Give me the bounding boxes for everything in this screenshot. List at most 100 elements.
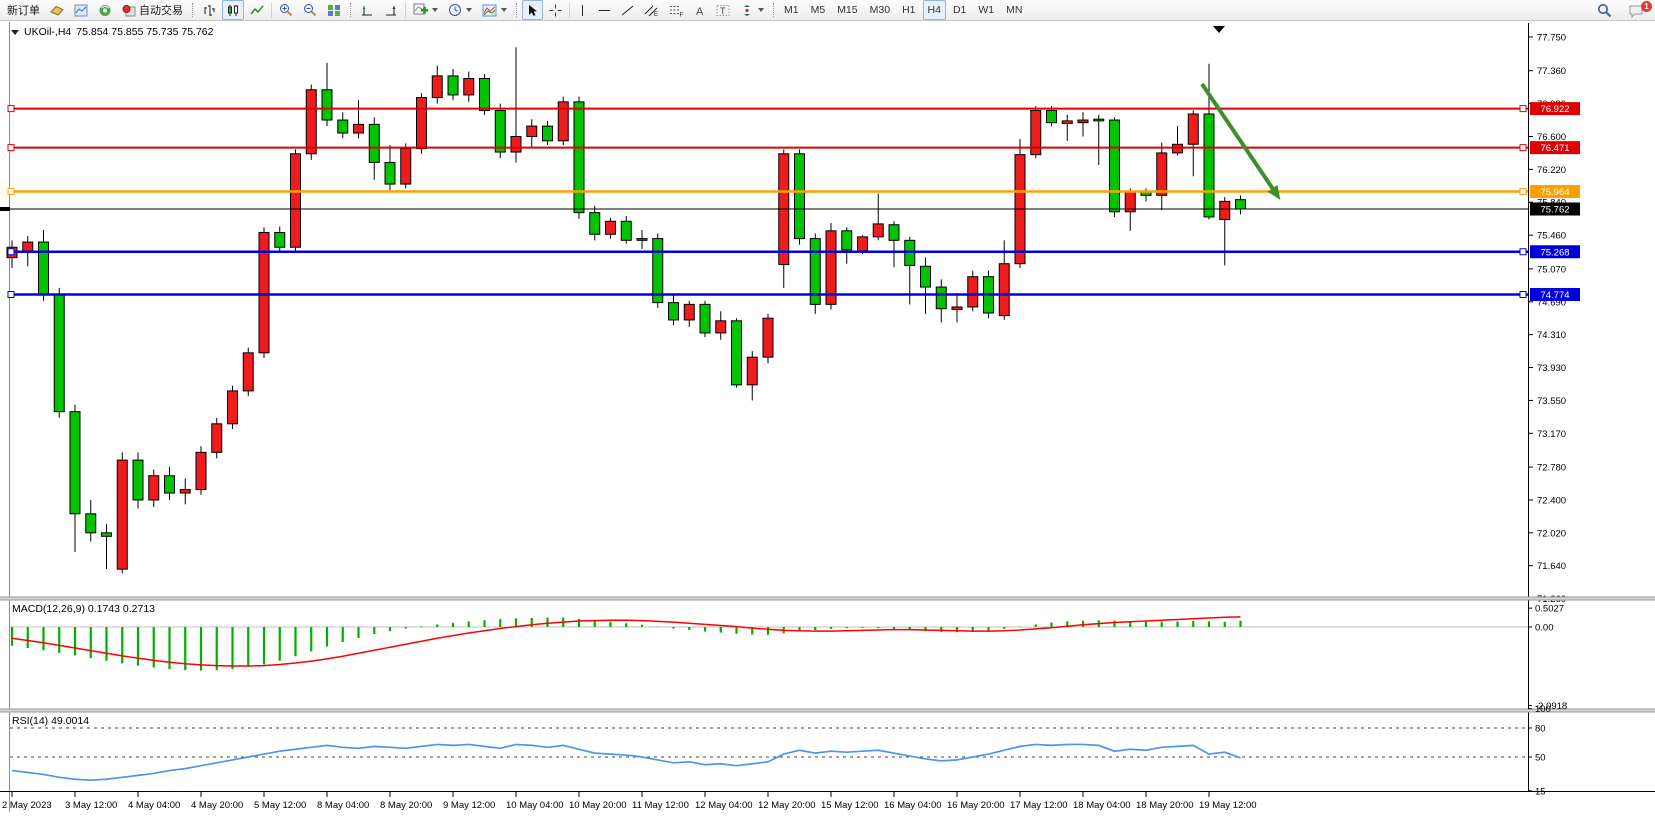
notifications-button[interactable]: 1	[1624, 1, 1648, 21]
zoom-in-button[interactable]	[275, 0, 297, 20]
fibonacci-icon: F	[669, 4, 684, 17]
timeframe-m15-button[interactable]: M15	[832, 0, 862, 20]
line-chart-button[interactable]	[246, 0, 268, 20]
period-button[interactable]	[444, 0, 476, 20]
chevron-down-icon	[466, 8, 472, 12]
chart-area[interactable]: 77.75077.36076.98076.60076.22075.84075.4…	[0, 21, 1655, 826]
cursor-button[interactable]	[522, 0, 543, 20]
toolbar-grip[interactable]	[192, 3, 193, 17]
price-tick-label: 76.220	[1537, 165, 1566, 176]
toolbar-separator	[405, 3, 406, 18]
bar-chart-button[interactable]	[198, 0, 220, 20]
timeframe-h1-button[interactable]: H1	[897, 0, 920, 20]
timeframe-m1-button[interactable]: M1	[779, 0, 804, 20]
auto-trading-label: 自动交易	[139, 2, 183, 18]
arrows-tool-button[interactable]	[736, 0, 768, 20]
indicator-subwindow-button[interactable]	[380, 0, 402, 20]
line-handle[interactable]	[1520, 249, 1526, 255]
time-tick-label: 12 May 20:00	[758, 800, 816, 811]
time-tick-label: 10 May 20:00	[569, 800, 627, 811]
timeframe-m30-button[interactable]: M30	[865, 0, 895, 20]
text-icon: A	[694, 4, 706, 17]
zoom-out-icon	[303, 3, 317, 17]
macd-indicator-caption: MACD(12,26,9) 0.1743 0.2713	[12, 603, 155, 615]
rsi-indicator-caption: RSI(14) 49.0014	[12, 715, 89, 727]
chevron-down-icon	[432, 8, 438, 12]
line-handle[interactable]	[1520, 189, 1526, 195]
charts-window-button[interactable]	[70, 0, 92, 20]
time-tick-label: 19 May 12:00	[1199, 800, 1257, 811]
timeframe-m5-button[interactable]: M5	[806, 0, 831, 20]
toolbar-grip[interactable]	[350, 3, 351, 17]
timeframe-w1-button[interactable]: W1	[973, 0, 999, 20]
template-button[interactable]	[478, 0, 511, 20]
svg-text:F: F	[680, 12, 684, 17]
price-tick-label: 77.360	[1537, 66, 1566, 77]
rsi-axis-label: 80	[1535, 723, 1546, 734]
line-handle[interactable]	[1520, 145, 1526, 151]
tile-windows-button[interactable]	[323, 0, 345, 20]
time-tick-label: 16 May 20:00	[947, 800, 1005, 811]
horizontal-line-tool-button[interactable]	[594, 0, 615, 20]
timeframe-mn-button[interactable]: MN	[1001, 0, 1027, 20]
vertical-line-tool-button[interactable]	[573, 0, 592, 20]
zoom-out-button[interactable]	[299, 0, 321, 20]
mt4-window: { "toolbar": { "new_order_label": "新订单",…	[0, 0, 1655, 826]
new-order-button[interactable]: 新订单	[3, 0, 44, 20]
tile-windows-icon	[327, 4, 341, 17]
time-tick-label: 12 May 04:00	[695, 800, 753, 811]
line-handle[interactable]	[1520, 292, 1526, 298]
chart-title[interactable]: UKOil-,H4 75.854 75.855 75.735 75.762	[11, 26, 213, 38]
chart-dropdown-icon[interactable]	[11, 30, 19, 35]
crosshair-icon	[549, 4, 562, 17]
new-order-label: 新订单	[7, 2, 40, 18]
time-tick-label: 8 May 04:00	[317, 800, 369, 811]
price-tick-label: 73.170	[1537, 429, 1566, 440]
chevron-down-icon	[501, 8, 507, 12]
add-indicator-button[interactable]	[409, 0, 442, 20]
chevron-down-icon	[758, 8, 764, 12]
price-tick-label: 75.460	[1537, 231, 1566, 242]
price-tick-label: 77.750	[1537, 32, 1566, 43]
line-handle[interactable]	[8, 189, 14, 195]
toolbar-grip[interactable]	[773, 3, 774, 17]
add-indicator-icon	[413, 3, 428, 17]
auto-trading-button[interactable]: 自动交易	[118, 0, 187, 20]
template-icon	[482, 4, 497, 17]
notification-badge: 1	[1641, 1, 1652, 12]
search-button[interactable]	[1593, 1, 1616, 21]
time-tick-label: 10 May 04:00	[506, 800, 564, 811]
trendline-tool-button[interactable]	[617, 0, 638, 20]
line-handle[interactable]	[8, 106, 14, 112]
timeframe-d1-button[interactable]: D1	[948, 0, 971, 20]
line-handle[interactable]	[8, 145, 14, 151]
crosshair-button[interactable]	[545, 0, 566, 20]
indicator-window-button[interactable]	[356, 0, 378, 20]
candlestick-chart-button[interactable]	[222, 0, 244, 20]
broadcast-button[interactable]	[94, 0, 116, 20]
time-tick-label: 11 May 12:00	[632, 800, 689, 811]
text-tool-button[interactable]: A	[690, 0, 710, 20]
chart-canvas[interactable]: 77.75077.36076.98076.60076.22075.84075.4…	[0, 21, 1655, 826]
line-handle[interactable]	[1520, 106, 1526, 112]
rsi-axis-label: 50	[1535, 753, 1546, 764]
candlestick-chart-icon	[226, 4, 240, 17]
toolbar-grip[interactable]	[516, 3, 517, 17]
fibonacci-tool-button[interactable]: F	[665, 0, 688, 20]
order-tag-button[interactable]	[46, 0, 68, 20]
price-tick-label: 73.550	[1537, 396, 1566, 407]
clock-icon	[448, 3, 462, 17]
price-tick-label: 71.640	[1537, 561, 1566, 572]
channel-tool-button[interactable]: E	[640, 0, 663, 20]
line-handle[interactable]	[8, 292, 14, 298]
price-tag-label: 76.922	[1540, 104, 1569, 115]
zoom-in-icon	[279, 3, 293, 17]
timeframe-h4-button[interactable]: H4	[923, 0, 946, 20]
line-handle[interactable]	[8, 249, 14, 255]
svg-text:E: E	[654, 12, 658, 17]
gold-tag-icon	[50, 4, 64, 17]
broadcast-icon	[98, 4, 112, 17]
time-tick-label: 8 May 20:00	[380, 800, 432, 811]
arrows-shapes-icon	[740, 4, 754, 17]
text-label-tool-button[interactable]: T	[712, 0, 734, 20]
